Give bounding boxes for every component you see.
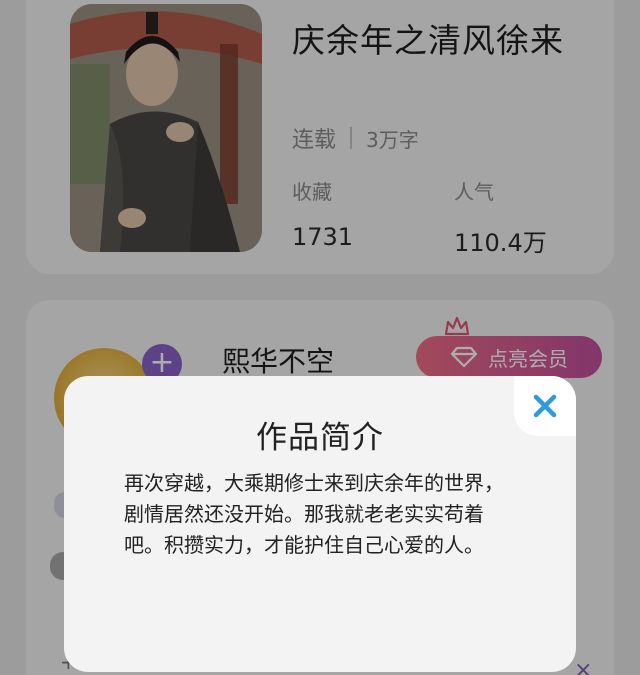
synopsis-dialog: 作品简介 再次穿越，大乘期修士来到庆余年的世界，剧情居然还没开始。那我就老老实实…: [64, 376, 576, 672]
synopsis-text: 再次穿越，大乘期修士来到庆余年的世界，剧情居然还没开始。那我就老老实实苟着吧。积…: [124, 471, 504, 557]
dialog-title: 作品简介: [256, 420, 384, 456]
